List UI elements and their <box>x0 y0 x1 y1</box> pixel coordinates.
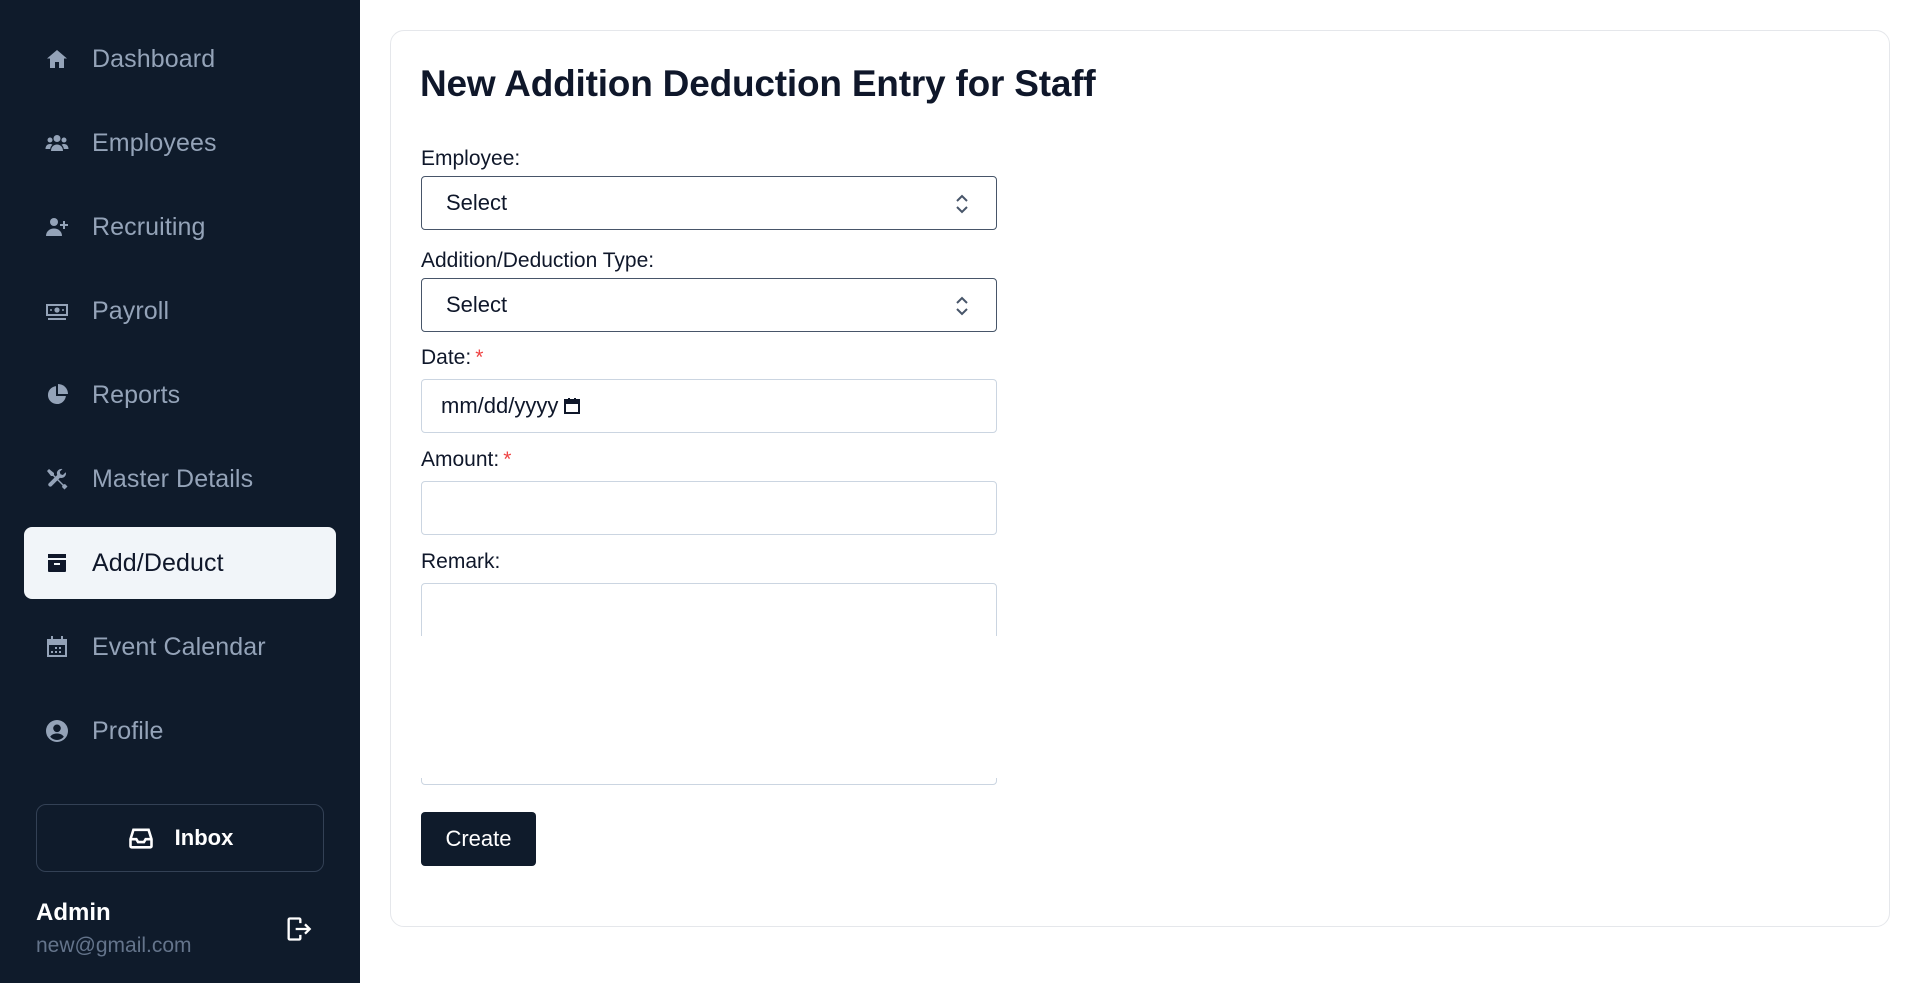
logout-icon <box>287 917 312 941</box>
form-card <box>390 30 1890 927</box>
sidebar-item-reports[interactable]: Reports <box>24 359 336 431</box>
render-gap <box>400 636 1870 778</box>
amount-label: Amount: * <box>421 448 512 471</box>
user-email: new@gmail.com <box>36 934 192 957</box>
chevron-up-down-icon <box>954 193 970 215</box>
employee-select-value: Select <box>446 190 508 215</box>
sidebar-item-event-calendar[interactable]: Event Calendar <box>24 611 336 683</box>
date-placeholder: mm/dd/yyyy <box>441 393 559 418</box>
calendar-picker-icon[interactable] <box>562 396 582 416</box>
employee-label: Employee: <box>421 147 521 170</box>
type-select[interactable]: Select <box>421 278 997 332</box>
required-mark: * <box>475 346 484 369</box>
tools-icon <box>43 465 71 493</box>
pie-chart-icon <box>43 381 71 409</box>
sidebar-item-label: Master Details <box>92 464 254 493</box>
sidebar-item-dashboard[interactable]: Dashboard <box>24 23 336 95</box>
calendar-icon <box>43 633 71 661</box>
employee-select[interactable]: Select <box>421 176 997 230</box>
sidebar-item-label: Reports <box>92 380 181 409</box>
sidebar: Dashboard Employees Recruiting Payroll R… <box>0 0 360 983</box>
user-name: Admin <box>36 899 111 926</box>
date-input[interactable]: mm/dd/yyyy <box>421 379 997 433</box>
date-label: Date: * <box>421 346 484 369</box>
logout-button[interactable] <box>284 915 312 943</box>
sidebar-item-label: Profile <box>92 716 164 745</box>
inbox-icon <box>128 828 153 849</box>
user-plus-icon <box>43 213 71 241</box>
users-icon <box>43 129 71 157</box>
amount-input[interactable] <box>421 481 997 535</box>
sidebar-item-label: Recruiting <box>92 212 206 241</box>
sidebar-item-add-deduct[interactable]: Add/Deduct <box>24 527 336 599</box>
home-icon <box>43 45 71 73</box>
money-icon <box>43 297 71 325</box>
create-button[interactable]: Create <box>421 812 536 866</box>
sidebar-item-employees[interactable]: Employees <box>24 107 336 179</box>
sidebar-item-profile[interactable]: Profile <box>24 695 336 767</box>
type-label: Addition/Deduction Type: <box>421 249 655 272</box>
archive-icon <box>43 549 71 577</box>
type-select-value: Select <box>446 292 508 317</box>
inbox-button[interactable]: Inbox <box>36 804 324 872</box>
sidebar-nav: Dashboard Employees Recruiting Payroll R… <box>24 23 336 779</box>
sidebar-item-master-details[interactable]: Master Details <box>24 443 336 515</box>
sidebar-item-label: Event Calendar <box>92 632 266 661</box>
sidebar-item-payroll[interactable]: Payroll <box>24 275 336 347</box>
sidebar-item-recruiting[interactable]: Recruiting <box>24 191 336 263</box>
sidebar-item-label: Payroll <box>92 296 170 325</box>
sidebar-item-label: Dashboard <box>92 44 216 73</box>
remark-label: Remark: <box>421 550 501 573</box>
inbox-label: Inbox <box>174 825 234 850</box>
sidebar-item-label: Add/Deduct <box>92 548 224 577</box>
sidebar-item-label: Employees <box>92 128 217 157</box>
required-mark: * <box>503 448 512 471</box>
page-title: New Addition Deduction Entry for Staff <box>420 63 1096 104</box>
chevron-up-down-icon <box>954 295 970 317</box>
user-circle-icon <box>43 717 71 745</box>
